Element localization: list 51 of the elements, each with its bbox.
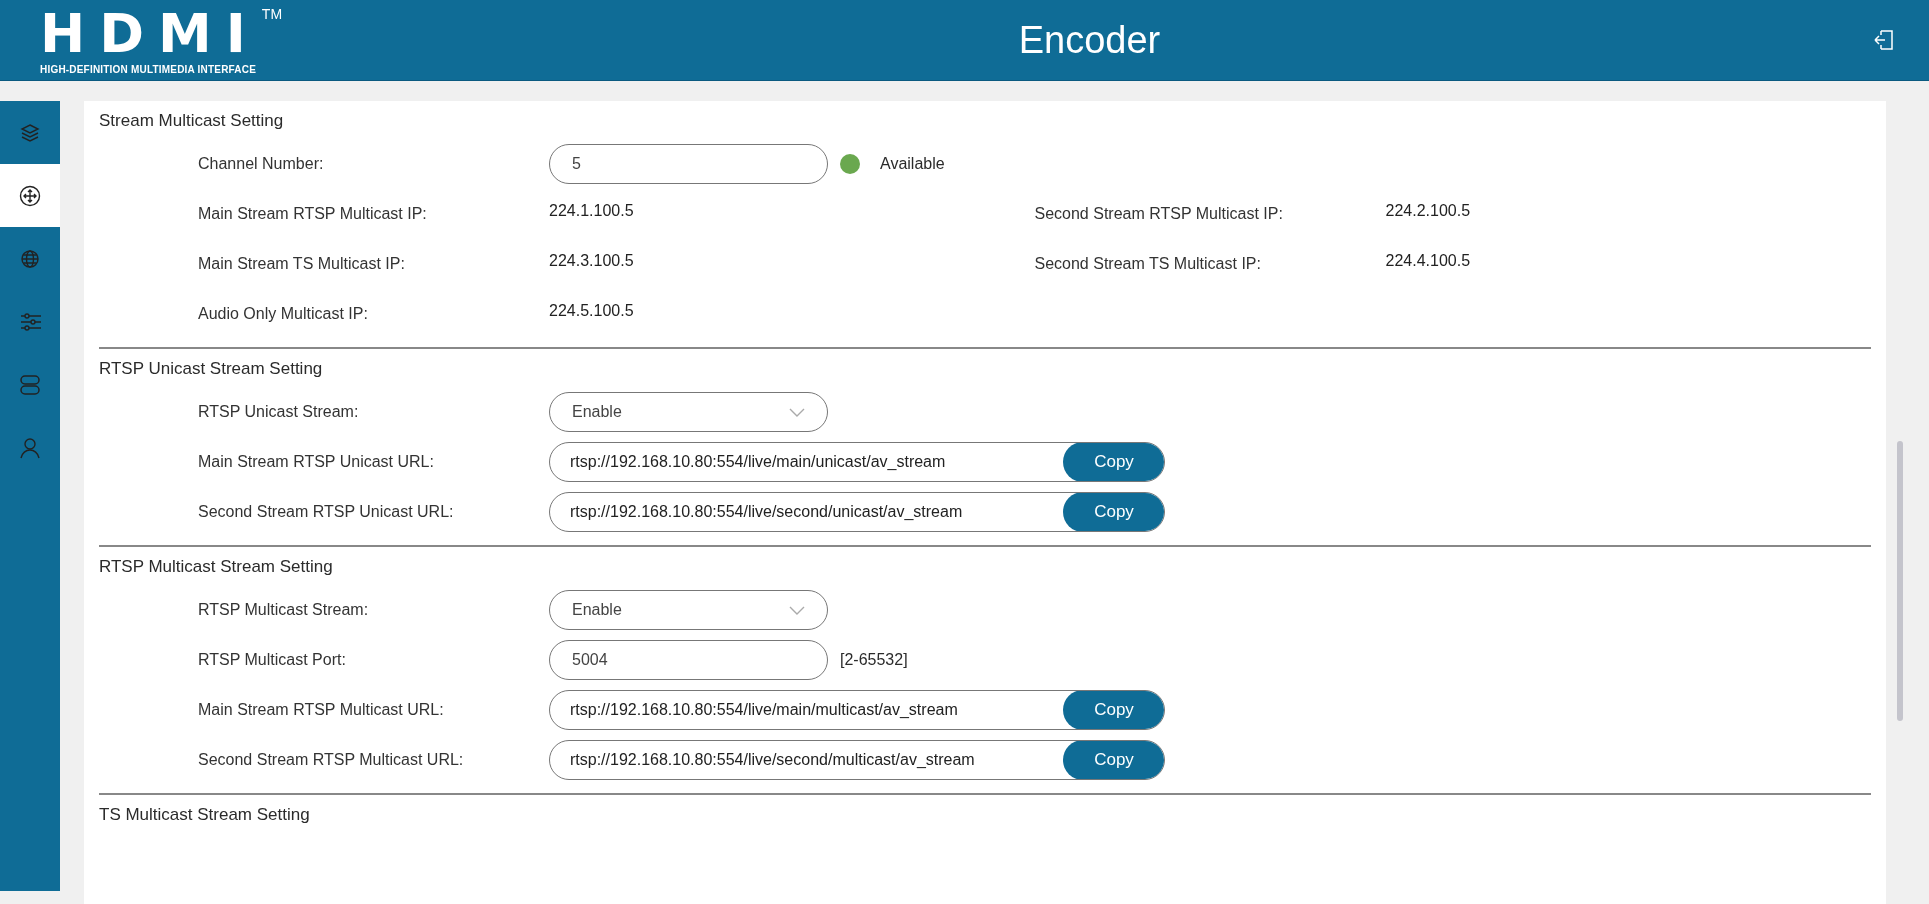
copy-button[interactable]: Copy [1063,741,1164,779]
field-label: Main Stream TS Multicast IP: [198,255,406,273]
move-icon [19,184,41,207]
logout-icon [1873,29,1895,51]
field-label: Second Stream RTSP Multicast IP: [1034,205,1284,223]
field-label: Audio Only Multicast IP: [198,305,369,323]
field-label: Channel Number: [198,155,325,173]
range-hint: [2-65532] [840,651,908,669]
server-icon [19,373,41,396]
section-title: TS Multicast Stream Setting [99,804,311,826]
copy-button[interactable]: Copy [1063,493,1164,531]
url-field[interactable]: rtsp://192.168.10.80:554/live/second/unicast/av_stream Copy [549,492,1165,532]
trademark-sign: TM [261,5,283,22]
section-title: RTSP Unicast Stream Setting [99,358,324,380]
field-label: Second Stream TS Multicast IP: [1034,255,1262,273]
ip-value: 224.5.100.5 [549,302,634,320]
field-label: Second Stream RTSP Unicast URL: [198,503,455,521]
sliders-icon [19,310,41,333]
copy-button[interactable]: Copy [1063,443,1164,481]
ip-value: 224.1.100.5 [549,202,634,220]
input-field[interactable]: 5 [549,144,828,184]
copy-button[interactable]: Copy [1063,691,1164,729]
field-label: RTSP Multicast Stream: [198,601,370,619]
select-dropdown[interactable]: Enable [549,590,828,630]
field-label: Main Stream RTSP Multicast URL: [198,701,445,719]
field-label: RTSP Unicast Stream: [198,403,360,421]
field-label: Main Stream RTSP Unicast URL: [198,453,435,471]
field-label: Second Stream RTSP Multicast URL: [198,751,465,769]
logo-wordmark: HDMI [40,5,260,62]
ip-value: 224.2.100.5 [1385,202,1471,220]
layers-icon [20,122,40,143]
sidebar-item[interactable] [0,164,60,227]
user-icon [19,436,41,459]
page-title: Encoder [1017,18,1162,62]
select-dropdown[interactable]: Enable [549,392,828,432]
input-field[interactable]: 5004 [549,640,828,680]
section-title: Stream Multicast Setting [99,110,285,132]
section-title: RTSP Multicast Stream Setting [99,556,334,578]
url-field[interactable]: rtsp://192.168.10.80:554/live/main/multicast/av_stream Copy [549,690,1165,730]
ip-value: 224.3.100.5 [549,252,634,270]
field-label: Main Stream RTSP Multicast IP: [198,205,428,223]
url-field[interactable]: rtsp://192.168.10.80:554/live/second/multicast/av_stream Copy [549,740,1165,780]
globe-icon [20,248,40,269]
field-label: RTSP Multicast Port: [198,651,347,669]
ip-value: 224.4.100.5 [1385,252,1471,270]
logo-tagline: HIGH-DEFINITION MULTIMEDIA INTERFACE [40,63,258,75]
chevron-down-icon [789,407,805,417]
url-field[interactable]: rtsp://192.168.10.80:554/live/main/unicast/av_stream Copy [549,442,1165,482]
status-text: Available [880,155,945,173]
chevron-down-icon [789,605,805,615]
scrollbar-thumb[interactable] [1897,441,1903,721]
